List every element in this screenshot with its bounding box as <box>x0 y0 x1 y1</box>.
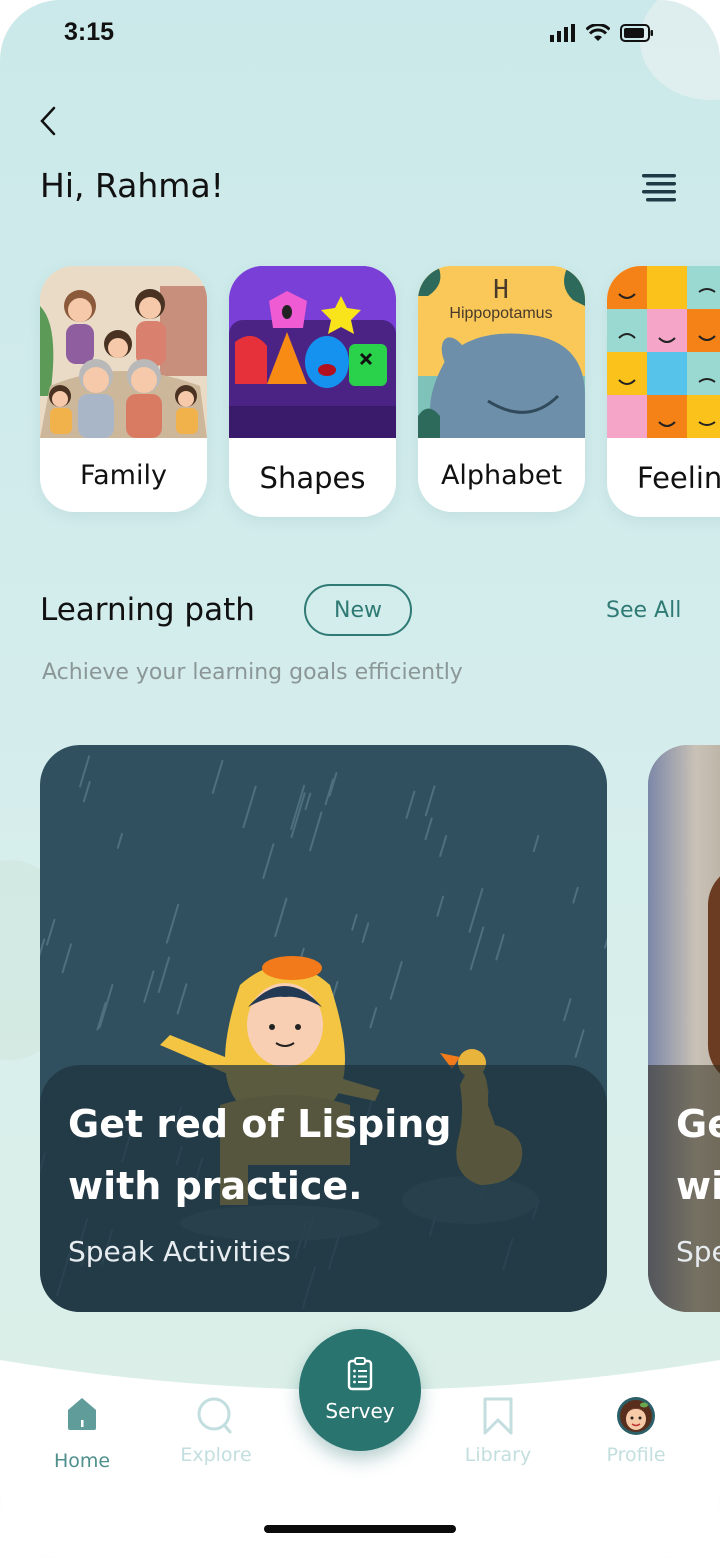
rain-streak <box>290 792 306 839</box>
rain-streak <box>389 960 403 1000</box>
section-subtitle: Achieve your learning goals efficiently <box>42 660 463 685</box>
rain-streak <box>79 755 91 788</box>
tab-library[interactable]: Library <box>448 1396 548 1466</box>
rain-streak <box>304 792 312 811</box>
status-time: 3:15 <box>64 18 115 46</box>
rain-streak <box>262 843 275 880</box>
rain-streak <box>143 970 155 1003</box>
tab-label: Explore <box>180 1444 252 1466</box>
section-title: Learning path <box>40 592 255 628</box>
category-label: Feelin <box>637 460 720 495</box>
rain-streak <box>424 817 433 841</box>
home-indicator[interactable] <box>264 1525 456 1533</box>
category-label: Shapes <box>259 460 366 495</box>
clipboard-icon <box>347 1357 373 1391</box>
rain-streak <box>574 1029 585 1058</box>
category-card-alphabet[interactable]: H Hippopotamus Alphabet <box>418 266 585 512</box>
rain-streak <box>495 933 505 961</box>
card-subtitle: Speak Activities <box>68 1235 291 1268</box>
app-screen: 3:15 Hi, Rahma! Family Shapes H Hippopot… <box>0 0 720 1558</box>
search-icon <box>197 1397 232 1434</box>
rain-streak <box>157 956 171 994</box>
rain-streak <box>468 888 484 933</box>
shapes-illustration <box>229 266 396 438</box>
tab-label: Servey <box>325 1399 395 1423</box>
tab-label: Profile <box>606 1444 666 1466</box>
girl-hair <box>708 865 720 1085</box>
rain-streak <box>439 835 448 858</box>
rain-streak <box>242 785 257 829</box>
rain-streak <box>324 778 334 806</box>
category-card-family[interactable]: Family <box>40 266 207 512</box>
rain-streak <box>82 780 91 803</box>
rain-streak <box>405 790 416 819</box>
category-label: Family <box>80 459 167 491</box>
rain-streak <box>424 785 436 817</box>
family-illustration <box>40 266 207 438</box>
chevron-left-icon[interactable] <box>36 104 66 138</box>
rain-streak <box>176 983 188 1015</box>
tab-home[interactable]: Home <box>32 1396 132 1472</box>
learning-path-card[interactable]: Get red of Lisping with practice. Speak … <box>40 745 607 1312</box>
svg-text:H: H <box>493 275 509 305</box>
category-card-feelings[interactable]: Feelin <box>607 266 720 517</box>
card-title: Get red of Lisping with practice. <box>68 1102 452 1208</box>
avatar <box>617 1397 655 1435</box>
home-icon <box>68 1398 96 1430</box>
rain-streak <box>469 926 485 971</box>
tab-label: Library <box>464 1444 532 1466</box>
rain-streak <box>40 938 46 957</box>
battery-icon <box>620 24 653 42</box>
rain-streak <box>98 983 114 1029</box>
tab-label: Home <box>53 1450 111 1472</box>
wifi-icon <box>586 24 610 41</box>
rain-streak <box>603 937 607 949</box>
bookmark-icon <box>483 1397 513 1435</box>
menu-icon[interactable] <box>640 172 678 202</box>
new-badge[interactable]: New <box>304 584 412 636</box>
rain-streak <box>46 918 56 946</box>
rain-streak <box>274 897 288 938</box>
alphabet-illustration: H Hippopotamus <box>418 266 585 438</box>
rain-streak <box>351 914 358 931</box>
hippopotamus-text: Hippopotamus <box>449 305 552 322</box>
status-bar: 3:15 <box>0 0 720 70</box>
rain-streak <box>61 943 73 974</box>
rain-streak <box>563 998 572 1022</box>
card-subtitle: Spe <box>676 1235 720 1268</box>
tab-profile[interactable]: Profile <box>586 1396 686 1466</box>
rain-streak <box>436 895 445 917</box>
greeting-title: Hi, Rahma! <box>40 166 224 205</box>
tab-servey-button[interactable]: Servey <box>299 1329 421 1451</box>
rain-streak <box>532 835 540 853</box>
rain-streak <box>572 886 579 904</box>
see-all-link[interactable]: See All <box>606 598 681 623</box>
feelings-illustration <box>607 266 720 438</box>
rain-streak <box>369 1007 378 1029</box>
card-title: Gewi <box>676 1102 720 1208</box>
rain-streak <box>290 784 306 830</box>
category-label: Alphabet <box>440 459 563 491</box>
tab-explore[interactable]: Explore <box>166 1396 266 1466</box>
rain-streak <box>361 922 370 944</box>
rain-streak <box>96 1002 107 1031</box>
rain-streak <box>165 903 180 944</box>
signal-icon <box>550 24 575 42</box>
learning-path-card[interactable]: Gewi Spe <box>648 745 720 1312</box>
rain-streak <box>116 832 123 849</box>
rain-streak <box>211 759 224 794</box>
category-card-shapes[interactable]: Shapes <box>229 266 396 517</box>
category-carousel[interactable]: Family Shapes H Hippopotamus Alphabet Fe… <box>40 266 720 517</box>
rain-streak <box>309 811 323 852</box>
